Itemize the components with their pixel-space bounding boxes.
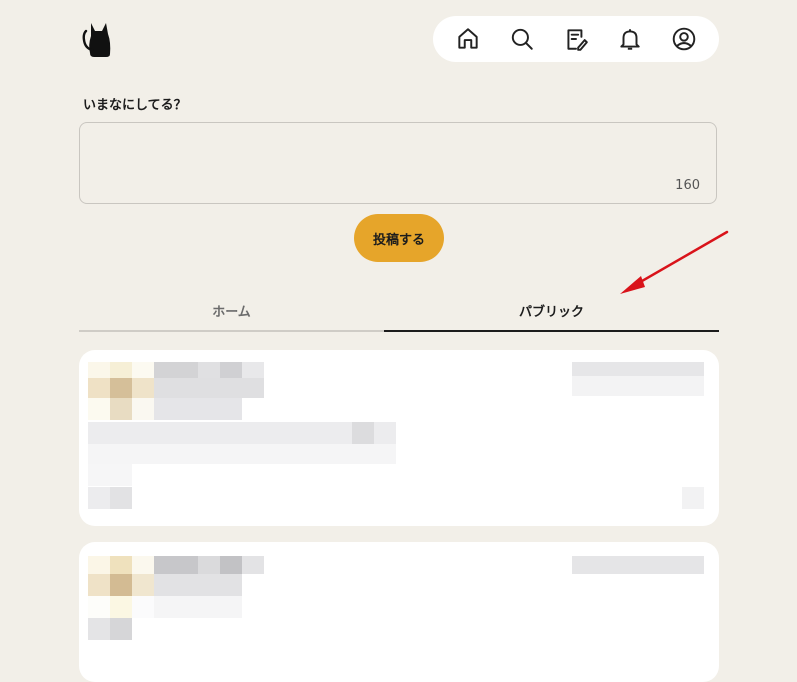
post-textarea[interactable]: 160 [79, 122, 717, 204]
post-card[interactable] [79, 350, 719, 526]
compose-icon[interactable] [561, 24, 591, 54]
composer-prompt: いまなにしてる？ [83, 98, 187, 113]
post-card[interactable] [79, 542, 719, 682]
search-icon[interactable] [507, 24, 537, 54]
tab-home[interactable]: ホーム [79, 290, 384, 332]
home-icon[interactable] [453, 24, 483, 54]
cat-logo-icon[interactable] [82, 20, 114, 58]
char-counter: 160 [675, 178, 700, 193]
submit-post-button[interactable]: 投稿する [354, 214, 444, 262]
annotation-arrow [620, 230, 729, 294]
account-icon[interactable] [669, 24, 699, 54]
top-nav [433, 16, 719, 62]
bell-icon[interactable] [615, 24, 645, 54]
